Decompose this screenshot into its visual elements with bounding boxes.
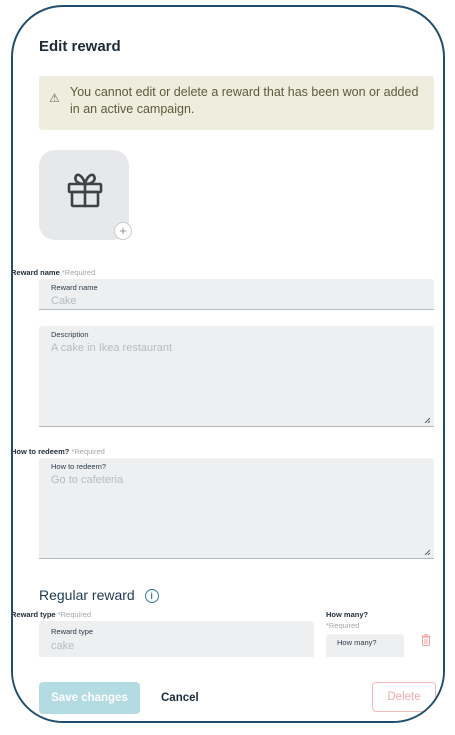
- edit-reward-card: Edit reward ⚠ You cannot edit or delete …: [11, 5, 445, 723]
- info-icon[interactable]: i: [144, 589, 159, 603]
- delete-button[interactable]: Delete: [372, 682, 436, 712]
- reward-name-label-text: Reward name: [11, 268, 60, 277]
- cancel-button[interactable]: Cancel: [161, 682, 199, 714]
- reward-type-field[interactable]: Reward type cake: [39, 621, 314, 661]
- resize-handle-icon[interactable]: [424, 549, 430, 555]
- how-to-redeem-value: Go to cafeteria: [51, 474, 124, 486]
- reward-name-value: Cake: [51, 295, 77, 307]
- action-footer: Save changes Cancel Delete: [13, 657, 443, 721]
- page-title: Edit reward: [39, 38, 121, 55]
- reward-name-field[interactable]: Reward name Cake: [39, 279, 434, 310]
- reward-image-upload[interactable]: +: [39, 150, 132, 240]
- add-image-plus-icon[interactable]: +: [114, 222, 132, 240]
- description-inner-label: Description: [51, 330, 89, 339]
- trash-icon[interactable]: [421, 634, 431, 646]
- reward-name-label: Reward name *Required: [11, 268, 96, 277]
- warning-text: You cannot edit or delete a reward that …: [70, 85, 419, 116]
- how-many-required-text: *Required: [326, 621, 360, 630]
- description-value: A cake in Ikea restaurant: [51, 342, 173, 354]
- reward-type-inner-label: Reward type: [51, 627, 94, 636]
- how-many-required: *Required: [326, 621, 359, 630]
- how-many-inner-label: How many?: [337, 638, 377, 647]
- reward-type-value: cake: [51, 640, 75, 652]
- reward-type-label: Reward type *Required: [11, 610, 92, 619]
- reward-name-required: *Required: [61, 268, 96, 277]
- save-changes-button[interactable]: Save changes: [39, 682, 140, 714]
- regular-reward-heading: Regular reward i: [39, 587, 159, 603]
- how-to-redeem-textarea[interactable]: How to redeem? Go to cafeteria: [39, 458, 434, 559]
- how-to-redeem-label: How to redeem? *Required: [11, 447, 105, 456]
- how-to-redeem-required: *Required: [71, 447, 105, 456]
- reward-name-inner-label: Reward name: [51, 283, 98, 292]
- warning-icon: ⚠: [49, 91, 60, 105]
- resize-handle-icon[interactable]: [424, 417, 430, 423]
- reward-type-label-text: Reward type: [11, 610, 56, 619]
- reward-type-required: *Required: [57, 610, 92, 619]
- how-many-label: How many?: [326, 610, 369, 619]
- how-to-redeem-inner-label: How to redeem?: [51, 462, 107, 471]
- how-to-redeem-label-text: How to redeem?: [11, 447, 70, 456]
- description-textarea[interactable]: Description A cake in Ikea restaurant: [39, 326, 434, 427]
- gift-icon: [67, 173, 103, 208]
- regular-reward-title: Regular reward: [39, 587, 135, 603]
- warning-banner: ⚠ You cannot edit or delete a reward tha…: [39, 76, 434, 130]
